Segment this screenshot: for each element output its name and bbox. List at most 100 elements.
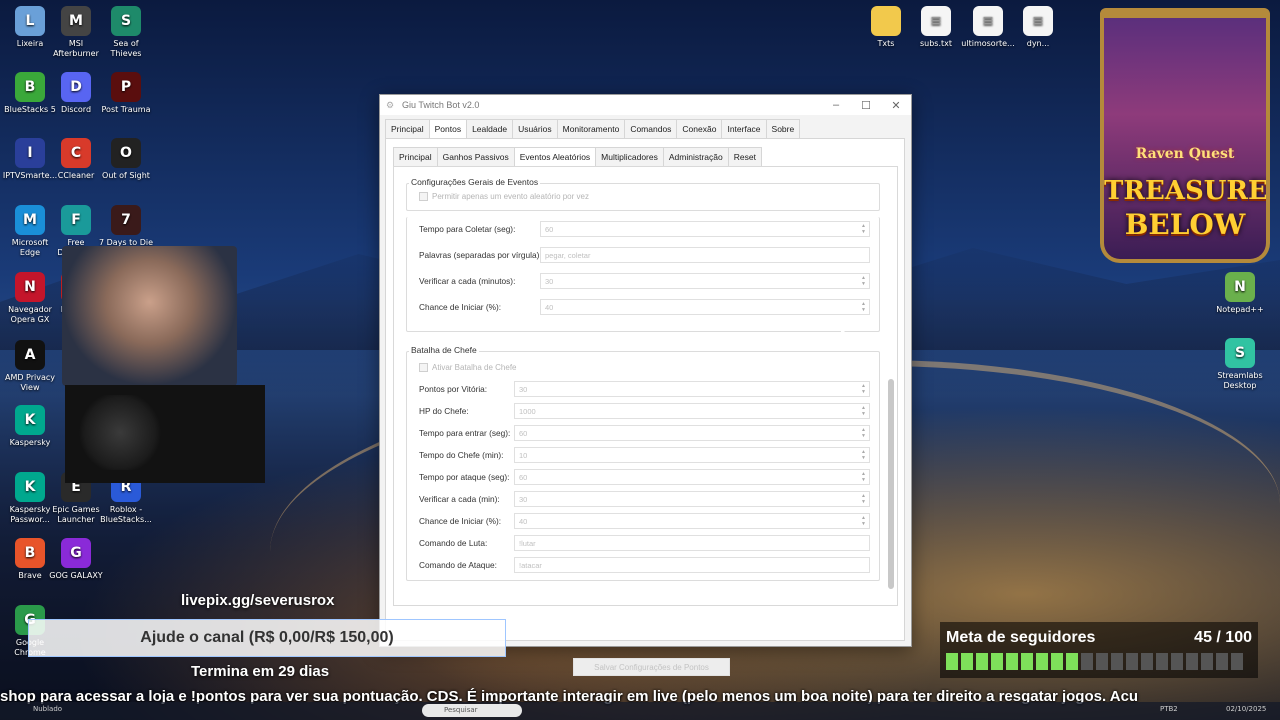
settings-scroll-area[interactable]: Configurações Gerais de Eventos Permitir… <box>394 167 885 605</box>
taskbar-date[interactable]: 02/10/2025 <box>1226 705 1266 713</box>
collect-field-spinbox[interactable]: 60 ▲ ▼ <box>540 221 870 237</box>
desktop-shortcut-label: MSI Afterburner <box>53 39 99 58</box>
desktop-file[interactable]: ≡ subs.txt <box>908 6 964 49</box>
maximize-icon[interactable]: ☐ <box>851 99 881 112</box>
tab-usu-rios[interactable]: Usuários <box>512 119 558 138</box>
close-icon[interactable]: ✕ <box>881 99 911 112</box>
banner-subtitle: Raven Quest <box>1135 146 1235 162</box>
desktop-file-label: dyn... <box>1026 39 1050 48</box>
tab-pontos[interactable]: Pontos <box>428 119 468 138</box>
spin-arrows-icon[interactable]: ▲ ▼ <box>861 449 866 461</box>
vertical-scrollbar[interactable] <box>888 219 894 589</box>
spin-arrows-icon[interactable]: ▲ ▼ <box>861 275 866 287</box>
minimize-icon[interactable]: – <box>821 99 851 112</box>
webcam-overlay-panel <box>65 385 265 483</box>
desktop-shortcut[interactable]: N Notepad++ <box>1212 272 1268 315</box>
desktop-shortcut[interactable]: O Out of Sight <box>98 138 154 181</box>
desktop-shortcut[interactable]: K Kaspersky <box>2 405 58 448</box>
boss-field-spinbox[interactable]: 30 ▲ ▼ <box>514 491 870 507</box>
boss-field-label: Tempo do Chefe (min): <box>419 450 504 460</box>
desktop-shortcut[interactable]: D Discord <box>48 72 104 115</box>
boss-field-text-field[interactable]: !atacar <box>514 557 870 573</box>
desktop-shortcut[interactable]: G GOG GALAXY <box>48 538 104 581</box>
tab-principal[interactable]: Principal <box>385 119 430 138</box>
spin-arrows-icon[interactable]: ▲ ▼ <box>861 471 866 483</box>
gog-galaxy-icon: G <box>61 538 91 568</box>
spin-arrows-icon[interactable]: ▲ ▼ <box>861 301 866 313</box>
desktop-shortcut-label: Epic Games Launcher <box>52 505 100 524</box>
tab-sobre[interactable]: Sobre <box>765 119 801 138</box>
desktop-shortcut[interactable]: C CCleaner <box>48 138 104 181</box>
collect-field-text-field[interactable]: pegar, coletar <box>540 247 870 263</box>
tab-monitoramento[interactable]: Monitoramento <box>556 119 626 138</box>
subtab-reset[interactable]: Reset <box>727 147 762 166</box>
boss-field-label: Comando de Ataque: <box>419 560 497 570</box>
desktop-file[interactable]: ≡ ultimosorte... <box>960 6 1016 49</box>
desktop-file[interactable]: Txts <box>858 6 914 49</box>
collect-field-label: Tempo para Coletar (seg): <box>419 224 516 234</box>
opera-gx-icon: N <box>15 272 45 302</box>
boss-field-spinbox[interactable]: 30 ▲ ▼ <box>514 381 870 397</box>
collect-field-spinbox[interactable]: 30 ▲ ▼ <box>540 273 870 289</box>
subtab-ganhos-passivos[interactable]: Ganhos Passivos <box>436 147 515 166</box>
single-event-checkbox-row[interactable]: Permitir apenas um evento aleatório por … <box>419 192 589 201</box>
tab-lealdade[interactable]: Lealdade <box>466 119 514 138</box>
input-language[interactable]: PTB2 <box>1160 705 1178 713</box>
follower-goal: Meta de seguidores 45 / 100 <box>940 622 1258 678</box>
boss-field-label: Verificar a cada (min): <box>419 494 500 504</box>
collect-field-spinbox[interactable]: 40 ▲ ▼ <box>540 299 870 315</box>
collect-field-label: Palavras (separadas por vírgula): <box>419 250 542 260</box>
boss-field-spinbox[interactable]: 60 ▲ ▼ <box>514 469 870 485</box>
tab-conex-o[interactable]: Conexão <box>676 119 723 138</box>
boss-enable-checkbox-row[interactable]: Ativar Batalha de Chefe <box>419 363 517 372</box>
text-file-icon: ≡ <box>973 6 1003 36</box>
desktop-shortcut[interactable]: S Streamlabs Desktop <box>1212 338 1268 391</box>
desktop-shortcut-label: Discord <box>60 105 92 114</box>
main-tab-bar: Principal Pontos Lealdade Usuários Monitoram… <box>385 119 801 138</box>
tab-comandos[interactable]: Comandos <box>624 119 678 138</box>
desktop-file[interactable]: ≡ dyn... <box>1010 6 1066 49</box>
desktop-shortcut[interactable]: 77 Days to Die <box>98 205 154 248</box>
taskbar-search[interactable]: Pesquisar <box>422 704 522 717</box>
subtab-administra-o[interactable]: Administração <box>662 147 729 166</box>
subtab-eventos-aleat-rios[interactable]: Eventos Aleatórios <box>513 147 597 166</box>
free-download-icon: F <box>61 205 91 235</box>
boss-field-value: 40 <box>519 517 528 526</box>
subtab-multiplicadores[interactable]: Multiplicadores <box>595 147 664 166</box>
progress-segment <box>1216 653 1228 670</box>
single-event-checkbox[interactable] <box>419 192 428 201</box>
boss-field-value: 30 <box>519 495 528 504</box>
boss-field-spinbox[interactable]: 60 ▲ ▼ <box>514 425 870 441</box>
spin-arrows-icon[interactable]: ▲ ▼ <box>861 223 866 235</box>
desktop-shortcut-label: Roblox - BlueStacks... <box>100 505 152 524</box>
boss-field-text-field[interactable]: !lutar <box>514 535 870 551</box>
desktop-shortcut-label: CCleaner <box>57 171 95 180</box>
spin-arrows-icon[interactable]: ▲ ▼ <box>861 493 866 505</box>
boss-field-spinbox[interactable]: 1000 ▲ ▼ <box>514 403 870 419</box>
save-settings-button[interactable]: Salvar Configurações de Pontos <box>573 658 730 676</box>
folder-icon <box>871 6 901 36</box>
desktop-shortcut[interactable]: S Sea of Thieves <box>98 6 154 59</box>
livepix-link: livepix.gg/severusrox <box>181 592 335 609</box>
boss-enable-checkbox[interactable] <box>419 363 428 372</box>
progress-segment <box>1171 653 1183 670</box>
boss-field-spinbox[interactable]: 40 ▲ ▼ <box>514 513 870 529</box>
spin-arrows-icon[interactable]: ▲ ▼ <box>861 383 866 395</box>
weather-label[interactable]: Nublado <box>33 705 62 713</box>
boss-field-spinbox[interactable]: 10 ▲ ▼ <box>514 447 870 463</box>
follower-goal-count: 45 / 100 <box>1194 629 1252 646</box>
spin-arrows-icon[interactable]: ▲ ▼ <box>861 515 866 527</box>
desktop-shortcut[interactable]: P Post Trauma <box>98 72 154 115</box>
main-tab-panel: Principal Ganhos Passivos Eventos Aleatóri… <box>385 138 905 676</box>
boss-field-value: 60 <box>519 473 528 482</box>
spin-arrows-icon[interactable]: ▲ ▼ <box>861 427 866 439</box>
progress-segment <box>1186 653 1198 670</box>
spin-arrows-icon[interactable]: ▲ ▼ <box>861 405 866 417</box>
progress-segment <box>1111 653 1123 670</box>
desktop-shortcut[interactable]: M MSI Afterburner <box>48 6 104 59</box>
tab-interface[interactable]: Interface <box>721 119 767 138</box>
subtab-principal[interactable]: Principal <box>393 147 438 166</box>
scrollbar-thumb[interactable] <box>888 379 894 589</box>
text-file-icon: ≡ <box>1023 6 1053 36</box>
desktop-shortcut[interactable]: A AMD Privacy View <box>2 340 58 393</box>
